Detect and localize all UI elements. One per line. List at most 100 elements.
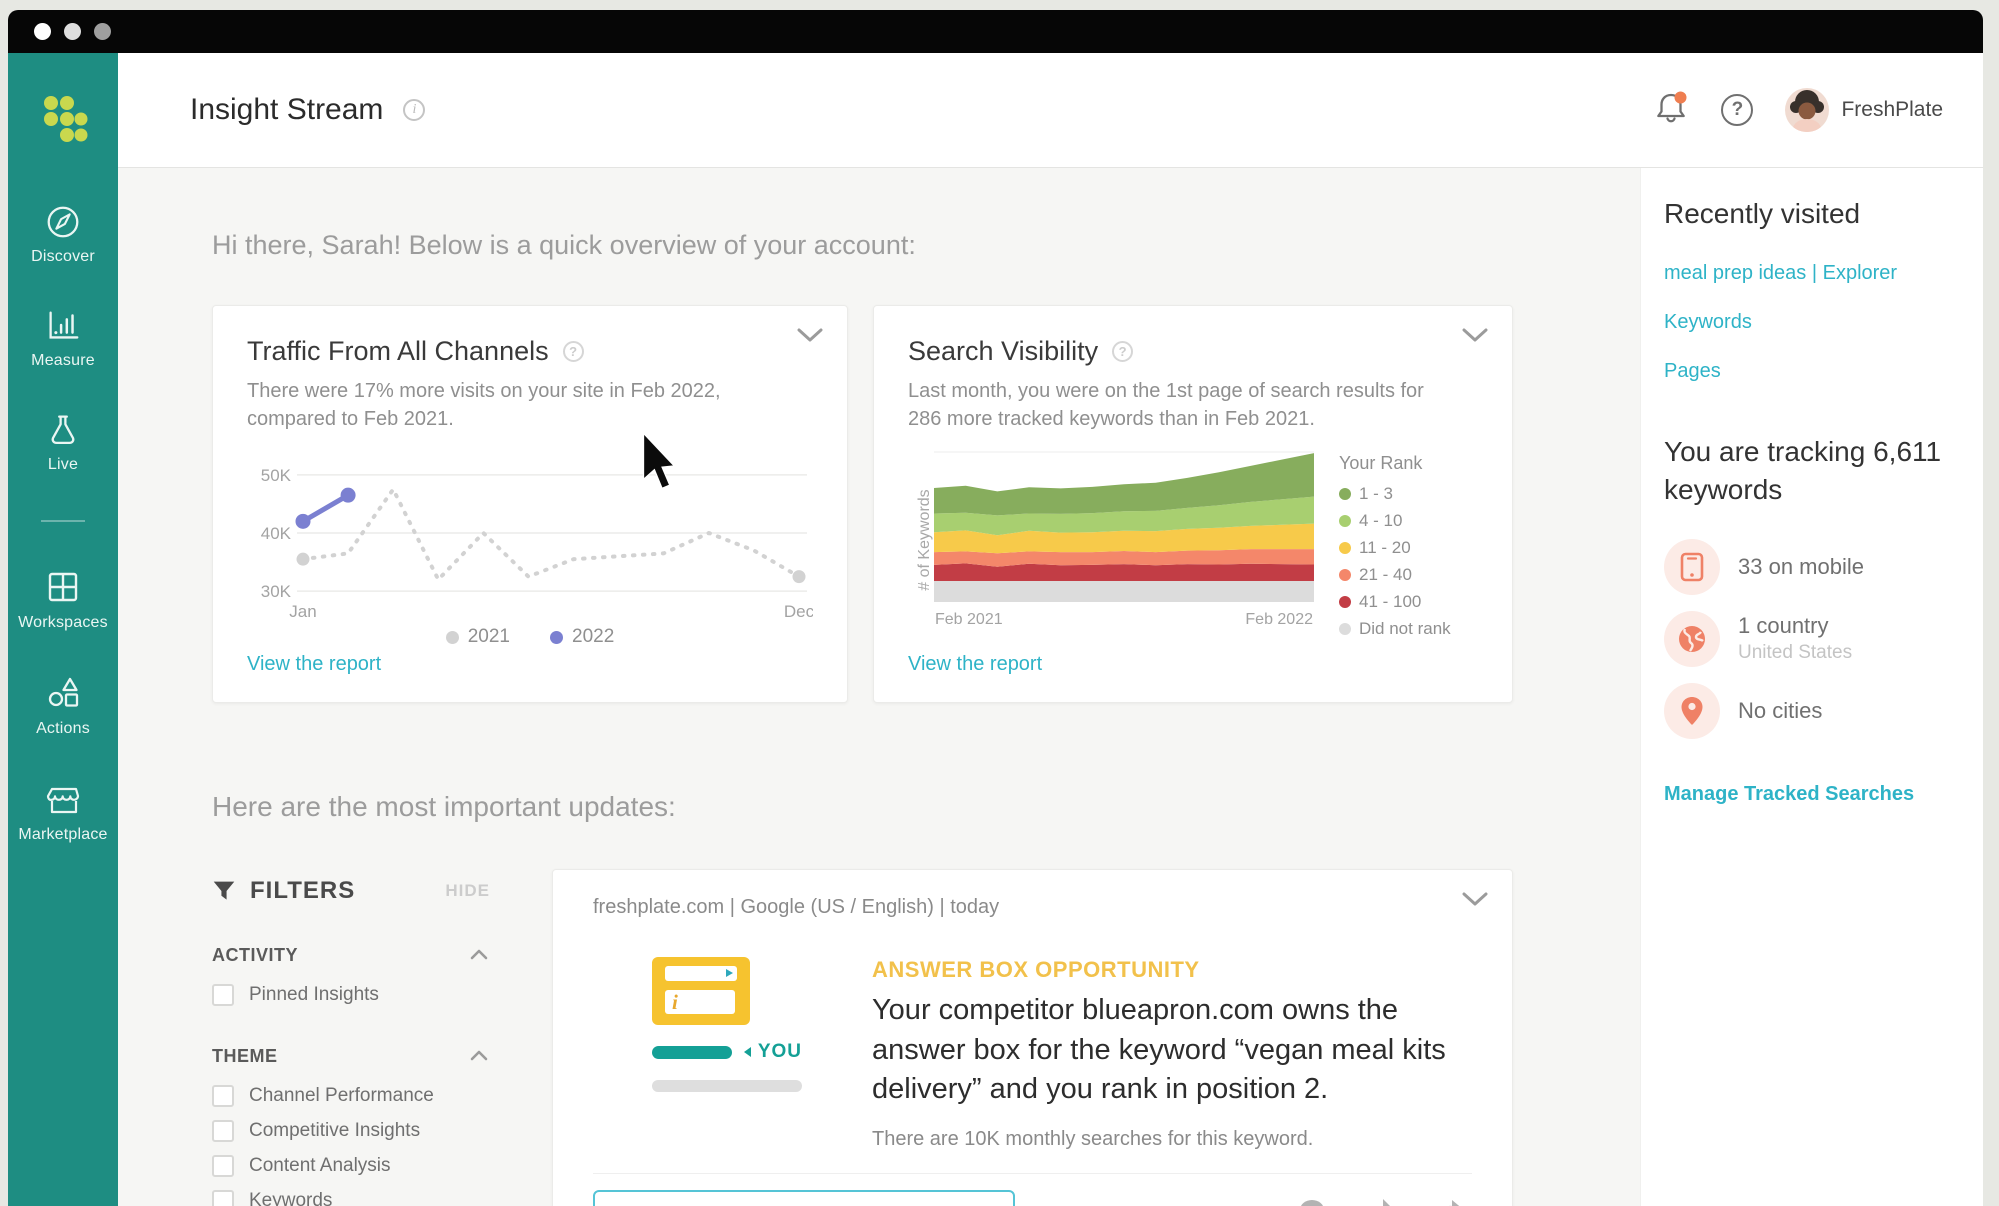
activity-collapse-button[interactable]: [470, 947, 488, 965]
chevron-up-icon: [470, 949, 488, 960]
filter-option-pinned-insights[interactable]: Pinned Insights: [212, 984, 552, 1006]
filter-option-keywords[interactable]: Keywords: [212, 1190, 552, 1206]
legend-item-rank-1-3: 1 - 3: [1339, 484, 1451, 504]
legend-label: 41 - 100: [1359, 592, 1421, 612]
sidebar-item-marketplace[interactable]: Marketplace: [18, 778, 107, 844]
window-close-button[interactable]: [34, 23, 51, 40]
notifications-button[interactable]: [1653, 89, 1689, 132]
comment-icon[interactable]: [1296, 1196, 1330, 1206]
legend-item-2021: 2021: [446, 626, 510, 648]
top-header: Insight Stream i ?: [118, 53, 1983, 168]
chevron-down-icon: [1462, 892, 1488, 907]
you-label: YOU: [758, 1041, 802, 1063]
sidebar-item-workspaces[interactable]: Workspaces: [18, 566, 108, 632]
filter-option-label: Content Analysis: [249, 1155, 391, 1177]
tracking-item-subtext: United States: [1738, 642, 1852, 664]
chevron-down-icon: [1462, 328, 1488, 343]
traffic-collapse-button[interactable]: [797, 328, 823, 348]
legend-dot-2021: [446, 631, 459, 644]
chevron-up-icon: [470, 1050, 488, 1061]
legend-item-rank-4-10: 4 - 10: [1339, 511, 1451, 531]
filters-panel: FILTERS HIDE ACTIVITY: [212, 869, 552, 1206]
right-panel: Recently visited meal prep ideas | Explo…: [1640, 168, 1983, 1206]
window-zoom-button[interactable]: [94, 23, 111, 40]
chevron-down-icon: [797, 328, 823, 343]
window-minimize-button[interactable]: [64, 23, 81, 40]
sidebar-item-label: Marketplace: [18, 826, 107, 844]
primary-sidebar: Discover Measure Live: [8, 53, 118, 1206]
traffic-help-icon[interactable]: ?: [563, 341, 584, 362]
screenshot-stage: Discover Measure Live: [0, 0, 1999, 1206]
insight-update-card: freshplate.com | Google (US / English) |…: [552, 869, 1513, 1206]
insight-collapse-button[interactable]: [1462, 892, 1488, 912]
insight-category: ANSWER BOX OPPORTUNITY: [872, 957, 1457, 983]
tracking-item-text: 33 on mobile: [1738, 554, 1864, 580]
legend-dot-2022: [550, 631, 563, 644]
insight-note: There are 10K monthly searches for this …: [872, 1128, 1457, 1151]
grid-icon: [42, 566, 84, 608]
sidebar-item-discover[interactable]: Discover: [31, 202, 95, 266]
question-mark-icon: ?: [1732, 99, 1744, 121]
location-pin-icon: [1680, 696, 1704, 726]
search-collapse-button[interactable]: [1462, 328, 1488, 348]
filter-group-activity: ACTIVITY: [212, 945, 298, 966]
account-name: FreshPlate: [1841, 98, 1943, 122]
sidebar-item-actions[interactable]: Actions: [36, 672, 90, 738]
legend-dot: [1339, 569, 1351, 581]
insight-meta: freshplate.com | Google (US / English) |…: [593, 896, 1472, 919]
filter-option-label: Competitive Insights: [249, 1120, 420, 1142]
flask-icon: [43, 410, 83, 450]
account-menu[interactable]: FreshPlate: [1785, 88, 1943, 132]
page-info-icon[interactable]: i: [403, 99, 425, 121]
legend-label: 2021: [468, 626, 510, 648]
traffic-view-report-link[interactable]: View the report: [247, 653, 381, 676]
dots-logo-icon: [37, 93, 89, 145]
bar-chart-icon: [43, 306, 83, 346]
recent-link-pages[interactable]: Pages: [1664, 360, 1963, 383]
help-button[interactable]: ?: [1721, 94, 1753, 126]
legend-dot: [1339, 488, 1351, 500]
sidebar-item-label: Discover: [31, 248, 95, 266]
filters-hide-button[interactable]: HIDE: [445, 881, 490, 901]
checkbox[interactable]: [212, 1155, 234, 1177]
main-content: Hi there, Sarah! Below is a quick overvi…: [118, 168, 1640, 1206]
search-help-icon[interactable]: ?: [1112, 341, 1133, 362]
svg-text:Feb 2021: Feb 2021: [935, 611, 1003, 627]
pin-icon[interactable]: [1364, 1196, 1398, 1206]
recent-link-keywords[interactable]: Keywords: [1664, 311, 1963, 334]
manage-tracked-searches-link[interactable]: Manage Tracked Searches: [1664, 783, 1914, 806]
checkbox[interactable]: [212, 1120, 234, 1142]
filter-funnel-icon: [212, 879, 236, 903]
svg-text:Feb 2022: Feb 2022: [1245, 611, 1313, 627]
checkbox[interactable]: [212, 984, 234, 1006]
app-logo[interactable]: [37, 93, 89, 150]
tracking-item-mobile: 33 on mobile: [1664, 539, 1963, 595]
filter-option-competitive-insights[interactable]: Competitive Insights: [212, 1120, 552, 1142]
theme-collapse-button[interactable]: [470, 1048, 488, 1066]
filters-title: FILTERS: [250, 877, 355, 905]
mobile-icon: [1679, 552, 1705, 582]
legend-label: Did not rank: [1359, 619, 1451, 639]
visibility-y-axis-label: # of Keywords: [908, 449, 934, 646]
sidebar-item-live[interactable]: Live: [43, 410, 83, 474]
filter-option-channel-performance[interactable]: Channel Performance: [212, 1085, 552, 1107]
answer-box-graphic: i: [652, 957, 750, 1025]
your-result-bar: [652, 1046, 732, 1059]
see-search-results-button[interactable]: See the search results for this keyword: [593, 1190, 1015, 1206]
updates-heading: Here are the most important updates:: [212, 791, 1640, 823]
sidebar-item-measure[interactable]: Measure: [31, 306, 95, 370]
recent-link-explorer[interactable]: meal prep ideas | Explorer: [1664, 262, 1963, 285]
visibility-legend: Your Rank 1 - 3 4 - 10: [1339, 449, 1451, 646]
share-icon[interactable]: [1432, 1196, 1466, 1206]
filter-option-label: Keywords: [249, 1190, 332, 1206]
play-triangle-icon: [726, 969, 733, 977]
sidebar-item-label: Measure: [31, 352, 95, 370]
filter-option-content-analysis[interactable]: Content Analysis: [212, 1155, 552, 1177]
checkbox[interactable]: [212, 1085, 234, 1107]
traffic-card: Traffic From All Channels ? There were 1…: [212, 305, 848, 703]
filter-option-label: Channel Performance: [249, 1085, 434, 1107]
window-titlebar: [8, 10, 1983, 53]
search-view-report-link[interactable]: View the report: [908, 653, 1042, 676]
checkbox[interactable]: [212, 1190, 234, 1206]
traffic-legend: 2021 2022: [247, 626, 813, 648]
